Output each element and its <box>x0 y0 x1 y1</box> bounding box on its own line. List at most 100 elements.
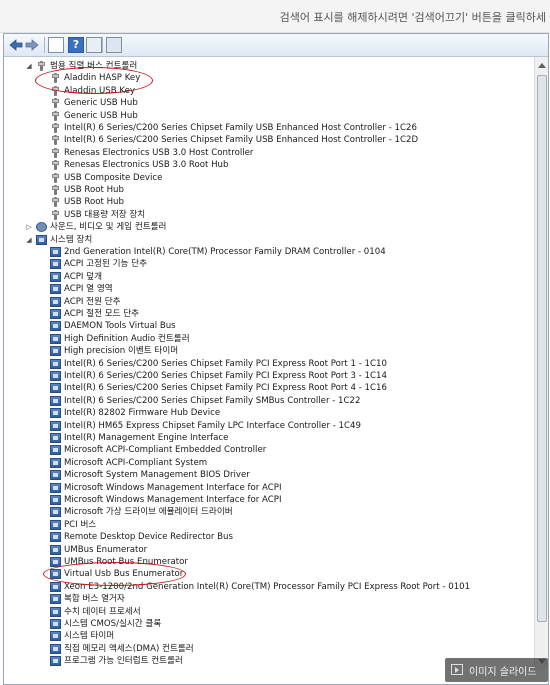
tree-item-label: Intel(R) HM65 Express Chipset Family LPC… <box>64 420 361 431</box>
sys-device-icon <box>50 482 61 493</box>
tree-device-item[interactable]: High precision 이벤트 타이머 <box>4 345 524 357</box>
vertical-scrollbar[interactable] <box>534 57 548 670</box>
tree-device-item[interactable]: ACPI 열 영역 <box>4 283 524 295</box>
forward-arrow-icon[interactable] <box>24 37 40 53</box>
device-tree: ◢ 범용 직렬 버스 컨트롤러 Aladdin HASP Key Aladdin US… <box>4 57 534 684</box>
tree-device-item[interactable]: Intel(R) Management Engine Interface <box>4 432 524 444</box>
tree-device-item[interactable]: 시스템 타이머 <box>4 630 524 642</box>
help-icon[interactable]: ? <box>68 37 84 53</box>
tree-device-item[interactable]: 복합 버스 열거자 <box>4 593 524 605</box>
toolbar-separator <box>102 37 103 53</box>
tree-device-item[interactable]: UMBus Enumerator <box>4 544 524 556</box>
tree-device-item[interactable]: Virtual Usb Bus Enumerator <box>4 568 524 580</box>
sys-device-icon <box>50 358 61 369</box>
sys-device-icon <box>50 433 61 443</box>
tree-device-item[interactable]: ACPI 전원 단추 <box>4 296 524 308</box>
tree-device-item[interactable]: USB 대용량 저장 장치 <box>4 209 524 221</box>
device-manager-window: ? ◢ 범용 직렬 버스 컨트롤러 Aladdin HASP Key Aladdin … <box>3 33 549 685</box>
scrollbar-thumb[interactable] <box>537 75 547 622</box>
tree-item-label: 시스템 CMOS/실시간 클록 <box>64 619 162 629</box>
usb-device-icon <box>50 123 61 133</box>
scan-hardware-icon[interactable] <box>106 37 122 53</box>
tree-device-item[interactable]: Intel(R) 6 Series/C200 Series Chipset Fa… <box>4 134 524 146</box>
tree-device-item[interactable]: Renesas Electronics USB 3.0 Root Hub <box>4 159 524 171</box>
tree-item-label: High Definition Audio 컨트롤러 <box>64 333 190 344</box>
sys-device-icon <box>50 519 61 530</box>
sys-device-icon <box>50 371 61 381</box>
expand-icon[interactable]: ▷ <box>25 223 33 231</box>
tree-device-item[interactable]: ACPI 덮개 <box>4 271 524 283</box>
slideshow-button[interactable]: 이미지 슬라이드 <box>445 658 548 682</box>
tree-device-item[interactable]: Renesas Electronics USB 3.0 Host Control… <box>4 147 524 159</box>
scroll-up-icon[interactable] <box>538 63 546 68</box>
sys-device-icon <box>50 321 61 332</box>
tree-item-label: ACPI 열 영역 <box>64 284 113 295</box>
tree-item-label: 직접 메모리 액세스(DMA) 컨트롤러 <box>64 643 194 654</box>
tree-device-item[interactable]: Intel(R) 6 Series/C200 Series Chipset Fa… <box>4 370 524 382</box>
tree-item-label: ACPI 전원 단추 <box>64 296 121 307</box>
usb-device-icon <box>36 61 47 71</box>
tree-device-item[interactable]: High Definition Audio 컨트롤러 <box>4 333 524 345</box>
usb-device-icon <box>50 110 61 121</box>
tree-device-item[interactable]: Aladdin USB Key <box>4 85 524 97</box>
tree-device-item[interactable]: Microsoft Windows Management Interface f… <box>4 482 524 494</box>
tree-category[interactable]: ◢ 범용 직렬 버스 컨트롤러 <box>4 60 524 72</box>
tree-device-item[interactable]: USB Root Hub <box>4 196 524 208</box>
tree-device-item[interactable]: ACPI 절전 모드 단추 <box>4 308 524 320</box>
collapse-icon[interactable]: ◢ <box>25 236 33 244</box>
tree-device-item[interactable]: Intel(R) 6 Series/C200 Series Chipset Fa… <box>4 122 524 134</box>
tree-item-label: Intel(R) 6 Series/C200 Series Chipset Fa… <box>64 135 419 146</box>
tree-device-item[interactable]: Microsoft Windows Management Interface f… <box>4 494 524 506</box>
tree-device-item[interactable]: UMBus Root Bus Enumerator <box>4 556 524 568</box>
tree-device-item[interactable]: ACPI 고정된 기능 단추 <box>4 258 524 270</box>
tree-device-item[interactable]: PCI 버스 <box>4 519 524 531</box>
tree-device-item[interactable]: Aladdin HASP Key <box>4 72 524 84</box>
collapse-icon[interactable]: ◢ <box>25 62 33 70</box>
tree-device-item[interactable]: Intel(R) 6 Series/C200 Series Chipset Fa… <box>4 395 524 407</box>
tree-item-label: 시스템 장치 <box>50 234 93 245</box>
tree-device-item[interactable]: Intel(R) 6 Series/C200 Series Chipset Fa… <box>4 382 524 394</box>
usb-device-icon <box>50 160 61 171</box>
tree-device-item[interactable]: 2nd Generation Intel(R) Core(TM) Process… <box>4 246 524 258</box>
tree-item-label: UMBus Root Bus Enumerator <box>64 557 188 567</box>
properties-icon[interactable] <box>86 37 102 53</box>
tree-device-item[interactable]: Microsoft ACPI-Compliant Embedded Contro… <box>4 444 524 456</box>
view-icon[interactable] <box>48 37 64 53</box>
tree-item-label: USB 대용량 저장 장치 <box>64 209 146 220</box>
tree-item-label: Xeon E3-1200/2nd Generation Intel(R) Cor… <box>64 581 471 592</box>
tree-device-item[interactable]: Intel(R) 82802 Firmware Hub Device <box>4 407 524 419</box>
tree-item-label: 수치 데이터 프로세서 <box>64 606 141 617</box>
tree-item-label: 복합 버스 열거자 <box>64 594 125 605</box>
sound-device-icon <box>36 222 47 233</box>
tree-item-label: USB Root Hub <box>64 185 124 195</box>
tree-item-label: DAEMON Tools Virtual Bus <box>64 321 176 332</box>
tree-category[interactable]: ▷ 사운드, 비디오 및 게임 컨트롤러 <box>4 221 524 233</box>
tree-device-item[interactable]: 시스템 CMOS/실시간 클록 <box>4 618 524 630</box>
sys-device-icon <box>50 395 61 406</box>
usb-device-icon <box>50 209 61 220</box>
sys-device-icon <box>50 619 61 629</box>
usb-device-icon <box>50 147 61 158</box>
tree-item-label: Microsoft 가상 드라이브 에뮬레이터 드라이버 <box>64 507 233 518</box>
tree-item-label: Microsoft ACPI-Compliant Embedded Contro… <box>64 445 267 456</box>
tree-item-label: Aladdin HASP Key <box>64 73 141 84</box>
sys-device-icon <box>50 457 61 468</box>
tree-device-item[interactable]: Intel(R) 6 Series/C200 Series Chipset Fa… <box>4 358 524 370</box>
tree-device-item[interactable]: Microsoft ACPI-Compliant System <box>4 457 524 469</box>
tree-device-item[interactable]: Intel(R) HM65 Express Chipset Family LPC… <box>4 420 524 432</box>
tree-device-item[interactable]: 직접 메모리 액세스(DMA) 컨트롤러 <box>4 643 524 655</box>
tree-device-item[interactable]: USB Root Hub <box>4 184 524 196</box>
tree-device-item[interactable]: Microsoft 가상 드라이브 에뮬레이터 드라이버 <box>4 506 524 518</box>
tree-device-item[interactable]: DAEMON Tools Virtual Bus <box>4 320 524 332</box>
tree-device-item[interactable]: Generic USB Hub <box>4 110 524 122</box>
tree-device-item[interactable]: USB Composite Device <box>4 172 524 184</box>
tree-category[interactable]: ◢ 시스템 장치 <box>4 234 524 246</box>
tree-device-item[interactable]: Remote Desktop Device Redirector Bus <box>4 531 524 543</box>
tree-device-item[interactable]: 수치 데이터 프로세서 <box>4 606 524 618</box>
tree-device-item[interactable]: Microsoft System Management BIOS Driver <box>4 469 524 481</box>
sys-device-icon <box>50 420 61 431</box>
back-arrow-icon[interactable] <box>8 37 24 53</box>
tree-device-item[interactable]: Xeon E3-1200/2nd Generation Intel(R) Cor… <box>4 581 524 593</box>
sys-device-icon <box>50 606 61 617</box>
tree-device-item[interactable]: Generic USB Hub <box>4 97 524 109</box>
